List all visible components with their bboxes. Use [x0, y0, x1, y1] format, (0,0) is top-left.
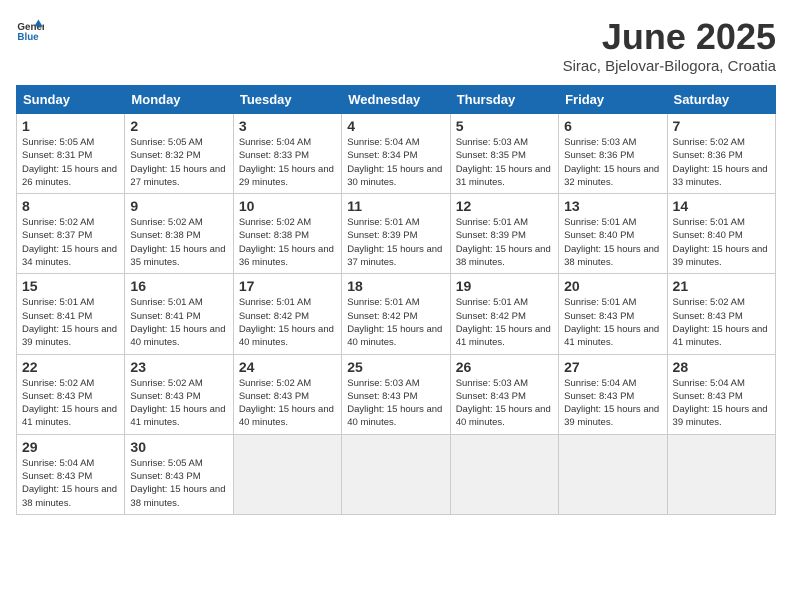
col-wednesday: Wednesday	[342, 86, 450, 114]
table-row: 19 Sunrise: 5:01 AMSunset: 8:42 PMDaylig…	[450, 274, 558, 354]
table-row: 16 Sunrise: 5:01 AMSunset: 8:41 PMDaylig…	[125, 274, 233, 354]
table-row-empty	[233, 434, 341, 514]
logo-icon: General Blue	[16, 16, 44, 44]
col-sunday: Sunday	[17, 86, 125, 114]
calendar-week-5: 29 Sunrise: 5:04 AMSunset: 8:43 PMDaylig…	[17, 434, 776, 514]
table-row: 17 Sunrise: 5:01 AMSunset: 8:42 PMDaylig…	[233, 274, 341, 354]
col-friday: Friday	[559, 86, 667, 114]
calendar-week-2: 8 Sunrise: 5:02 AMSunset: 8:37 PMDayligh…	[17, 194, 776, 274]
col-monday: Monday	[125, 86, 233, 114]
table-row: 28 Sunrise: 5:04 AMSunset: 8:43 PMDaylig…	[667, 354, 775, 434]
table-row: 2 Sunrise: 5:05 AMSunset: 8:32 PMDayligh…	[125, 114, 233, 194]
table-row: 3 Sunrise: 5:04 AMSunset: 8:33 PMDayligh…	[233, 114, 341, 194]
table-row: 8 Sunrise: 5:02 AMSunset: 8:37 PMDayligh…	[17, 194, 125, 274]
table-row: 23 Sunrise: 5:02 AMSunset: 8:43 PMDaylig…	[125, 354, 233, 434]
col-thursday: Thursday	[450, 86, 558, 114]
col-tuesday: Tuesday	[233, 86, 341, 114]
table-row: 14 Sunrise: 5:01 AMSunset: 8:40 PMDaylig…	[667, 194, 775, 274]
table-row: 18 Sunrise: 5:01 AMSunset: 8:42 PMDaylig…	[342, 274, 450, 354]
table-row: 5 Sunrise: 5:03 AMSunset: 8:35 PMDayligh…	[450, 114, 558, 194]
calendar-header-row: Sunday Monday Tuesday Wednesday Thursday…	[17, 86, 776, 114]
table-row: 7 Sunrise: 5:02 AMSunset: 8:36 PMDayligh…	[667, 114, 775, 194]
table-row-empty	[667, 434, 775, 514]
col-saturday: Saturday	[667, 86, 775, 114]
location-title: Sirac, Bjelovar-Bilogora, Croatia	[563, 58, 776, 75]
table-row: 4 Sunrise: 5:04 AMSunset: 8:34 PMDayligh…	[342, 114, 450, 194]
table-row: 21 Sunrise: 5:02 AMSunset: 8:43 PMDaylig…	[667, 274, 775, 354]
table-row: 22 Sunrise: 5:02 AMSunset: 8:43 PMDaylig…	[17, 354, 125, 434]
table-row: 6 Sunrise: 5:03 AMSunset: 8:36 PMDayligh…	[559, 114, 667, 194]
page-header: General Blue June 2025 Sirac, Bjelovar-B…	[16, 16, 776, 75]
table-row: 10 Sunrise: 5:02 AMSunset: 8:38 PMDaylig…	[233, 194, 341, 274]
table-row: 29 Sunrise: 5:04 AMSunset: 8:43 PMDaylig…	[17, 434, 125, 514]
svg-text:Blue: Blue	[17, 32, 39, 43]
calendar-week-1: 1 Sunrise: 5:05 AMSunset: 8:31 PMDayligh…	[17, 114, 776, 194]
table-row: 25 Sunrise: 5:03 AMSunset: 8:43 PMDaylig…	[342, 354, 450, 434]
table-row: 13 Sunrise: 5:01 AMSunset: 8:40 PMDaylig…	[559, 194, 667, 274]
title-area: June 2025 Sirac, Bjelovar-Bilogora, Croa…	[563, 16, 776, 75]
table-row: 27 Sunrise: 5:04 AMSunset: 8:43 PMDaylig…	[559, 354, 667, 434]
logo: General Blue	[16, 16, 44, 44]
table-row: 20 Sunrise: 5:01 AMSunset: 8:43 PMDaylig…	[559, 274, 667, 354]
table-row-empty	[450, 434, 558, 514]
calendar-week-4: 22 Sunrise: 5:02 AMSunset: 8:43 PMDaylig…	[17, 354, 776, 434]
table-row: 11 Sunrise: 5:01 AMSunset: 8:39 PMDaylig…	[342, 194, 450, 274]
table-row: 9 Sunrise: 5:02 AMSunset: 8:38 PMDayligh…	[125, 194, 233, 274]
table-row: 26 Sunrise: 5:03 AMSunset: 8:43 PMDaylig…	[450, 354, 558, 434]
month-title: June 2025	[563, 16, 776, 58]
table-row-empty	[342, 434, 450, 514]
calendar-table: Sunday Monday Tuesday Wednesday Thursday…	[16, 85, 776, 515]
calendar-week-3: 15 Sunrise: 5:01 AMSunset: 8:41 PMDaylig…	[17, 274, 776, 354]
table-row: 24 Sunrise: 5:02 AMSunset: 8:43 PMDaylig…	[233, 354, 341, 434]
table-row: 12 Sunrise: 5:01 AMSunset: 8:39 PMDaylig…	[450, 194, 558, 274]
table-row: 15 Sunrise: 5:01 AMSunset: 8:41 PMDaylig…	[17, 274, 125, 354]
table-row: 30 Sunrise: 5:05 AMSunset: 8:43 PMDaylig…	[125, 434, 233, 514]
table-row: 1 Sunrise: 5:05 AMSunset: 8:31 PMDayligh…	[17, 114, 125, 194]
table-row-empty	[559, 434, 667, 514]
